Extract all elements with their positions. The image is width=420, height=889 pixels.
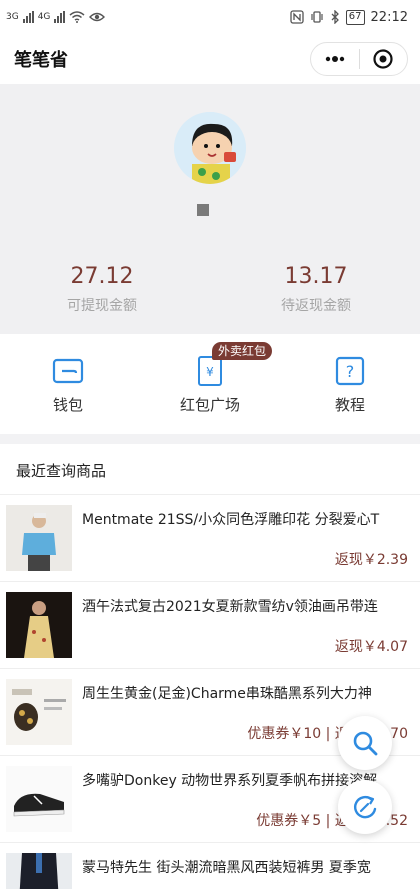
list-item[interactable]: 蒙马特先生 街头潮流暗黑风西装短裤男 夏季宽 xyxy=(0,842,420,889)
nav-bar: 笔笔省 xyxy=(0,34,420,84)
product-price: 返现￥2.39 xyxy=(334,552,408,568)
page-title: 笔笔省 xyxy=(14,50,68,71)
wallet-icon xyxy=(51,354,85,388)
recent-products-title: 最近查询商品 xyxy=(16,462,107,480)
more-button[interactable] xyxy=(311,43,359,75)
vibrate-icon xyxy=(311,11,323,23)
network-3g-label: 3G xyxy=(6,12,19,22)
product-title: 蒙马特先生 街头潮流暗黑风西装短裤男 夏季宽 xyxy=(82,860,371,876)
avatar-image xyxy=(174,112,246,184)
signal-icon xyxy=(22,11,34,23)
wifi-icon xyxy=(69,11,85,23)
status-bar: 3G 4G 67 22:12 xyxy=(0,0,420,34)
search-fab[interactable] xyxy=(338,716,392,770)
account-summary: 27.12 可提现金额 13.17 待返现金额 xyxy=(0,84,420,334)
withdrawable-stat[interactable]: 27.12 可提现金额 xyxy=(12,264,192,315)
tutorial-label: 教程 xyxy=(334,396,365,414)
product-price: 返现￥4.07 xyxy=(334,639,408,655)
menu-item-tutorial[interactable]: ? 教程 xyxy=(300,354,400,415)
status-right: 67 22:12 xyxy=(290,9,408,25)
status-left: 3G 4G xyxy=(6,11,106,23)
share-icon xyxy=(354,795,377,819)
product-thumbnail xyxy=(6,679,72,745)
svg-text:?: ? xyxy=(346,362,355,381)
redpacket-label: 红包广场 xyxy=(179,396,240,414)
list-item[interactable]: Mentmate 21SS/小众同色浮雕印花 分裂爱心T 返现￥2.39 xyxy=(0,494,420,581)
pending-stat[interactable]: 13.17 待返现金额 xyxy=(226,264,406,315)
menu-item-redpacket[interactable]: ¥ 红包广场 xyxy=(160,354,260,415)
section-divider xyxy=(0,434,420,444)
target-icon xyxy=(373,49,393,69)
more-dots-icon xyxy=(325,56,344,62)
product-title: 周生生黄金(足金)Charme串珠酷黑系列大力神 xyxy=(82,686,372,702)
share-fab[interactable] xyxy=(338,780,392,834)
product-thumbnail xyxy=(6,766,72,832)
close-mini-program-button[interactable] xyxy=(360,43,408,75)
product-title: Mentmate 21SS/小众同色浮雕印花 分裂爱心T xyxy=(82,512,380,528)
mini-program-capsule xyxy=(310,42,408,76)
list-item[interactable]: 酒午法式复古2021女夏新款雪纺v领油画吊带连 返现￥4.07 xyxy=(0,581,420,668)
product-thumbnail xyxy=(6,505,72,571)
wallet-label: 钱包 xyxy=(52,396,83,414)
pending-label: 待返现金额 xyxy=(281,298,351,314)
question-icon: ? xyxy=(333,354,367,388)
withdrawable-amount: 27.12 xyxy=(70,264,134,289)
signal-icon-2 xyxy=(54,11,66,23)
search-icon xyxy=(353,731,378,756)
pending-amount: 13.17 xyxy=(284,264,348,289)
withdrawable-label: 可提现金额 xyxy=(67,298,137,314)
clock: 22:12 xyxy=(370,9,408,25)
product-thumbnail xyxy=(6,592,72,658)
menu-item-wallet[interactable]: 钱包 xyxy=(18,354,118,415)
bluetooth-icon xyxy=(331,10,339,24)
quick-menu: 钱包 ¥ 红包广场 ? 教程 xyxy=(0,334,420,434)
svg-text:¥: ¥ xyxy=(206,365,214,379)
redpacket-badge: 外卖红包 xyxy=(212,342,273,360)
battery-indicator: 67 xyxy=(345,9,365,25)
product-title: 酒午法式复古2021女夏新款雪纺v领油画吊带连 xyxy=(82,599,378,615)
avatar[interactable] xyxy=(174,112,246,184)
eye-icon xyxy=(89,12,106,22)
username-placeholder xyxy=(197,204,209,216)
nfc-icon xyxy=(290,10,304,24)
network-4g-label: 4G xyxy=(37,12,51,22)
product-thumbnail xyxy=(6,853,72,889)
